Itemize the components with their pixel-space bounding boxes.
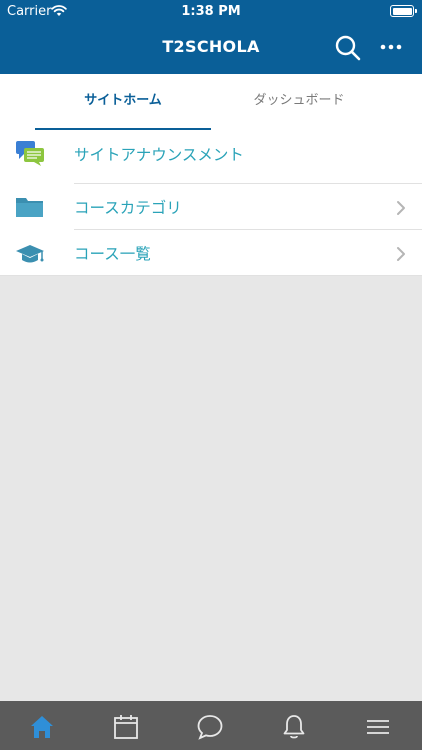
graduation-cap-icon [16, 245, 44, 263]
search-icon[interactable] [334, 34, 362, 62]
chat-icon[interactable] [196, 713, 224, 741]
list-item-label: コースカテゴリ [74, 199, 182, 217]
battery-icon [390, 5, 417, 17]
list-item-label: サイトアナウンスメント [74, 146, 244, 164]
tab-site-home[interactable]: サイトホーム [35, 74, 211, 130]
status-bar: Carrier 1:38 PM [0, 0, 422, 22]
menu-list: サイトアナウンスメント コースカテゴリ コース一覧 [0, 130, 422, 276]
bottom-tab-bar [0, 701, 422, 750]
calendar-icon[interactable] [112, 713, 140, 741]
chevron-right-icon [397, 201, 405, 215]
status-time: 1:38 PM [181, 4, 241, 19]
bell-icon[interactable] [280, 713, 308, 741]
list-item-site-announcements[interactable]: サイトアナウンスメント [0, 130, 422, 184]
more-icon[interactable] [378, 36, 404, 58]
tab-dashboard[interactable]: ダッシュボード [211, 74, 387, 130]
divider [0, 275, 422, 276]
list-item-course-categories[interactable]: コースカテゴリ [0, 184, 422, 230]
folder-icon [16, 198, 43, 217]
home-icon[interactable] [28, 713, 56, 741]
tab-strip: サイトホーム ダッシュボード [0, 74, 422, 130]
list-item-label: コース一覧 [74, 245, 151, 263]
list-item-course-list[interactable]: コース一覧 [0, 230, 422, 276]
announcement-icon [16, 141, 44, 166]
menu-icon[interactable] [364, 713, 392, 741]
app-header: Carrier 1:38 PM T2SCHOLA [0, 0, 422, 74]
chevron-right-icon [397, 247, 405, 261]
